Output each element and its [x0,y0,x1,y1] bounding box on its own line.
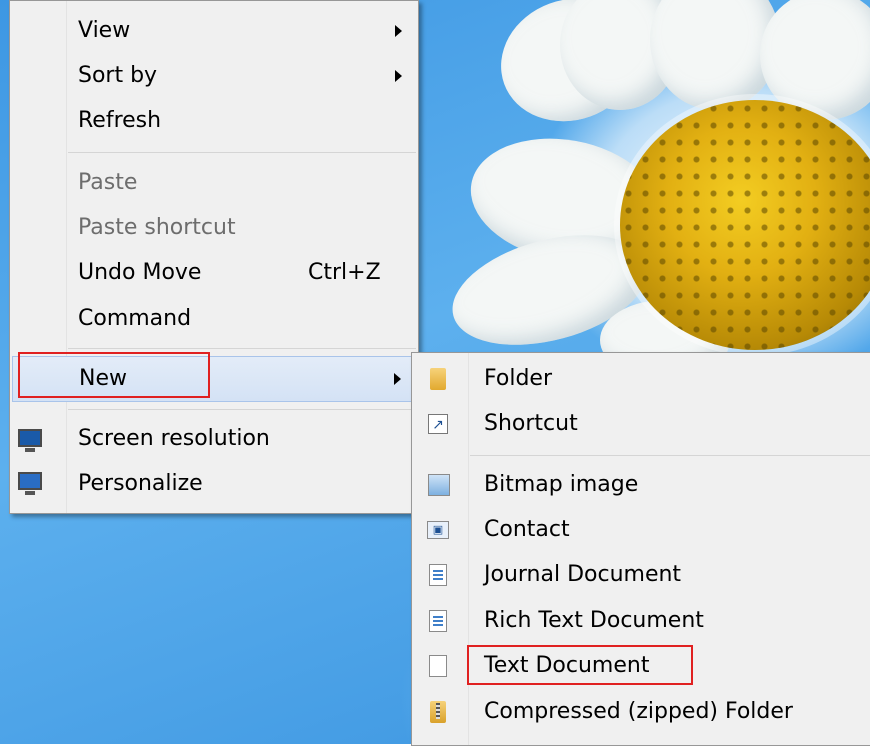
menu-separator [68,409,416,410]
zip-folder-icon [430,701,446,723]
new-submenu: Folder ↗ Shortcut Bitmap image ▣ Contact… [411,352,870,746]
annotation-highlight-text-document [467,645,693,685]
submenu-arrow-icon [395,70,402,82]
contact-icon: ▣ [427,521,449,539]
menu-item-label: Journal Document [484,562,682,587]
bitmap-icon [428,474,450,496]
menu-separator [470,455,870,456]
menu-item-undo-move[interactable]: Undo Move Ctrl+Z [10,251,418,295]
folder-icon [430,368,446,390]
personalize-icon [18,472,42,495]
submenu-item-folder[interactable]: Folder [412,357,870,401]
menu-item-label: Shortcut [484,411,578,436]
menu-separator [68,152,416,153]
menu-item-personalize[interactable]: Personalize [10,462,418,506]
menu-item-label: Bitmap image [484,472,639,497]
submenu-arrow-icon [394,373,401,385]
text-document-icon [429,655,447,677]
keyboard-shortcut: Ctrl+Z [308,260,381,285]
submenu-item-bitmap-image[interactable]: Bitmap image [412,463,870,507]
submenu-item-shortcut[interactable]: ↗ Shortcut [412,402,870,446]
submenu-item-rich-text-document[interactable]: Rich Text Document [412,599,870,643]
submenu-arrow-icon [395,25,402,37]
menu-item-refresh[interactable]: Refresh [10,99,418,143]
menu-item-label: Contact [484,517,570,542]
menu-item-paste-shortcut: Paste shortcut [10,206,418,250]
menu-item-sort-by[interactable]: Sort by [10,54,418,98]
menu-item-label: Command [78,306,192,331]
journal-icon [429,564,447,586]
menu-item-view[interactable]: View [10,9,418,53]
menu-item-label: Paste [78,170,138,195]
menu-item-label: Refresh [78,108,162,133]
menu-item-command[interactable]: Command [10,297,418,341]
menu-item-label: Screen resolution [78,426,270,451]
shortcut-icon: ↗ [428,414,448,434]
annotation-highlight-new [18,352,210,398]
menu-item-paste: Paste [10,161,418,205]
menu-item-label: Personalize [78,471,203,496]
desktop-context-menu: View Sort by Refresh Paste Paste shortcu… [9,0,419,514]
menu-item-label: Paste shortcut [78,215,236,240]
menu-item-label: Compressed (zipped) Folder [484,699,793,724]
menu-item-label: Folder [484,366,552,391]
menu-separator [68,348,416,349]
submenu-item-journal-document[interactable]: Journal Document [412,553,870,597]
menu-item-label: View [78,18,131,43]
rich-text-icon [429,610,447,632]
submenu-item-compressed-folder[interactable]: Compressed (zipped) Folder [412,690,870,734]
submenu-item-contact[interactable]: ▣ Contact [412,508,870,552]
screen-resolution-icon [18,429,42,452]
menu-item-screen-resolution[interactable]: Screen resolution [10,417,418,461]
menu-item-label: Undo Move [78,260,202,285]
menu-item-label: Sort by [78,63,158,88]
menu-item-label: Rich Text Document [484,608,704,633]
